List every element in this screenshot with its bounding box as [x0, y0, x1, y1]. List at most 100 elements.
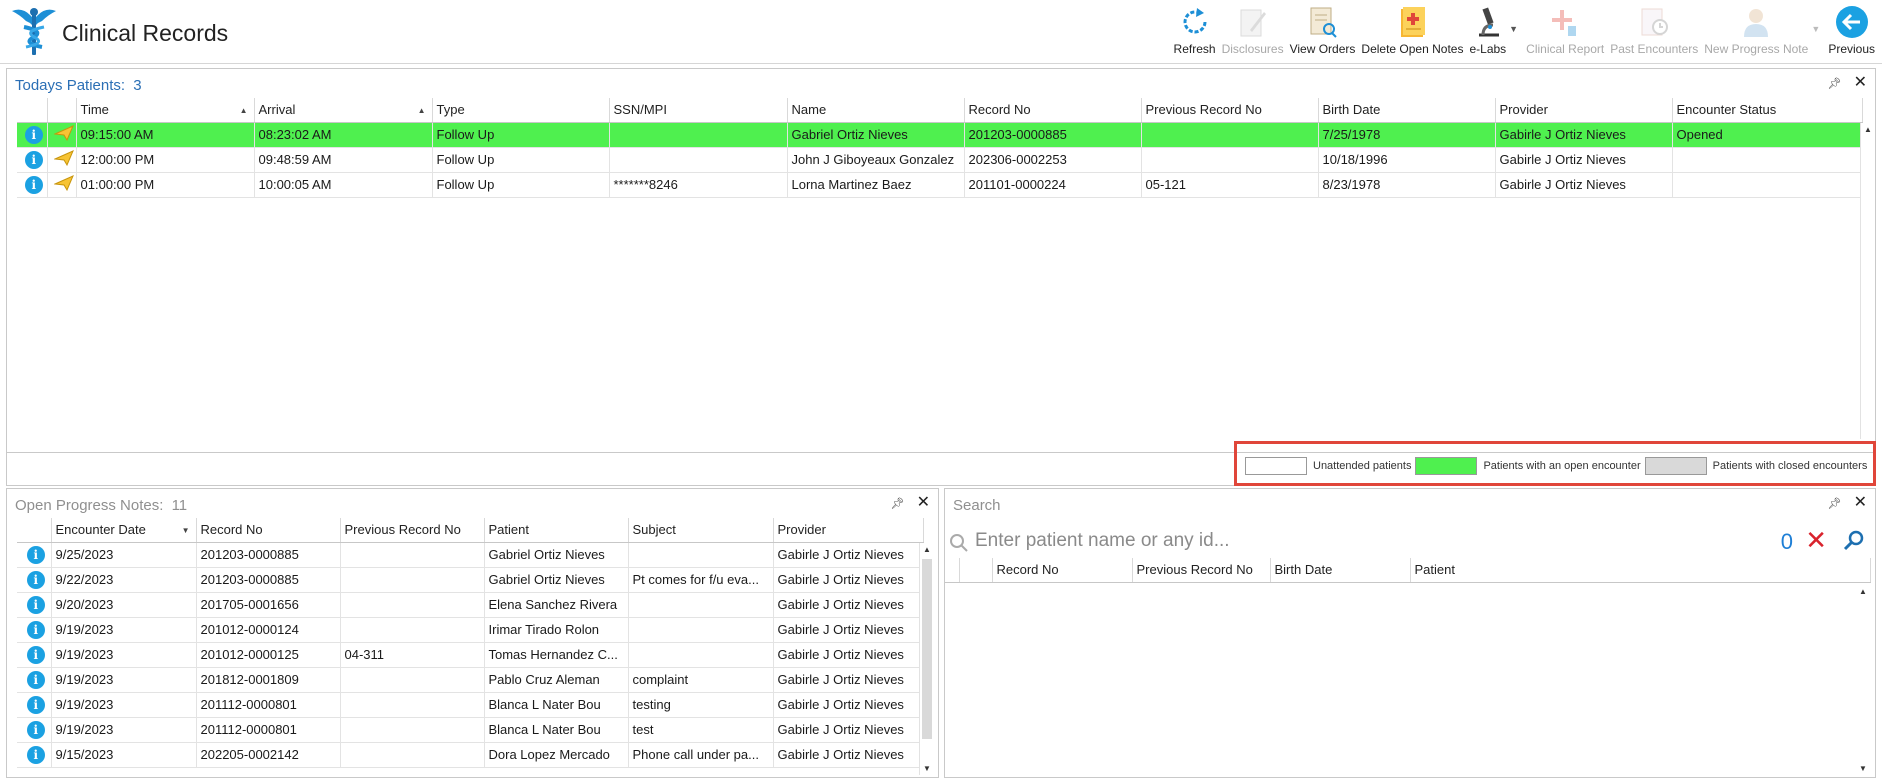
info-icon[interactable]: i [17, 667, 52, 693]
column-header-birth-date[interactable]: Birth Date [1270, 558, 1411, 583]
table-row[interactable]: i 9/25/2023 201203-0000885 Gabriel Ortiz N… [17, 542, 924, 568]
column-header-encounter-date[interactable]: Encounter Date ▼ [51, 518, 197, 543]
clinical-report-button[interactable]: Clinical Report [1523, 4, 1607, 60]
open-notes-title: Open Progress Notes: 11 [15, 497, 188, 514]
todays-patients-header: Todays Patients: 3 📌︎ ✕ [7, 69, 1875, 99]
open-notes-scrollbar[interactable]: ▲ ▼ [919, 543, 934, 775]
search-input[interactable] [975, 527, 1575, 555]
table-row[interactable]: i 9/19/2023 201112-0000801 Blanca L Nater … [17, 717, 924, 743]
legend-swatch-unattended [1245, 457, 1307, 475]
column-header-arrival[interactable]: Arrival ▲ [254, 98, 433, 123]
disclosures-icon [1236, 4, 1270, 40]
search-icon [949, 533, 969, 556]
app-title: Clinical Records [62, 20, 229, 46]
column-header-previous-record-no[interactable]: Previous Record No [1141, 98, 1319, 123]
column-header-patient[interactable]: Patient [1410, 558, 1871, 583]
table-row[interactable]: i 9/19/2023 201812-0001809 Pablo Cruz Alem… [17, 667, 924, 693]
search-title: Search [953, 497, 1001, 514]
table-row[interactable]: i 9/19/2023 201012-0000124 Irimar Tirado R… [17, 617, 924, 643]
info-icon[interactable]: i [17, 717, 52, 743]
progress-note-dropdown-icon[interactable]: ▼ [1811, 24, 1821, 34]
pin-icon[interactable]: 📌︎ [1828, 77, 1842, 90]
table-header-row: Encounter Date ▼ Record No Previous Recor… [17, 518, 924, 543]
paper-plane-icon [47, 147, 77, 173]
info-icon[interactable]: i [17, 172, 48, 198]
scroll-down-icon[interactable]: ▼ [923, 764, 931, 773]
scroll-up-icon[interactable]: ▲ [1859, 587, 1867, 596]
table-row[interactable]: i 09:15:00 AM 08:23:02 AM Follow Up Gabr… [17, 122, 1863, 148]
column-header-info [959, 558, 993, 583]
table-header-row: Time ▲ Arrival ▲ Type SSN/MPI Name Record … [17, 98, 1863, 123]
info-icon[interactable]: i [17, 567, 52, 593]
info-icon[interactable]: i [17, 147, 48, 173]
column-header-provider[interactable]: Provider [773, 518, 924, 543]
pin-icon[interactable]: 📌︎ [1828, 497, 1842, 510]
view-orders-button[interactable]: View Orders [1287, 4, 1359, 60]
pin-icon[interactable]: 📌︎ [891, 497, 905, 510]
column-header-time[interactable]: Time ▲ [76, 98, 255, 123]
scroll-thumb[interactable] [922, 559, 932, 739]
elabs-dropdown-icon[interactable]: ▼ [1509, 24, 1519, 34]
clear-search-icon[interactable]: ✕ [1805, 527, 1827, 553]
paper-plane-icon [47, 122, 77, 148]
column-header-record-no[interactable]: Record No [196, 518, 341, 543]
past-encounters-button[interactable]: Past Encounters [1607, 4, 1701, 60]
back-arrow-icon [1835, 4, 1869, 40]
close-icon[interactable]: ✕ [917, 495, 930, 511]
table-row[interactable]: i 01:00:00 PM 10:00:05 AM Follow Up ****… [17, 172, 1863, 198]
table-row[interactable]: i 12:00:00 PM 09:48:59 AM Follow Up John… [17, 147, 1863, 173]
todays-patients-scrollbar[interactable]: ▲ [1860, 123, 1875, 439]
column-header-encounter-status[interactable]: Encounter Status [1672, 98, 1863, 123]
column-header-record-no[interactable]: Record No [964, 98, 1142, 123]
legend-swatch-closed [1644, 457, 1707, 475]
scroll-up-icon[interactable]: ▲ [1864, 125, 1872, 134]
info-icon[interactable]: i [17, 642, 52, 668]
magnifier-icon[interactable] [1843, 529, 1865, 554]
column-header-flag [47, 98, 77, 123]
table-row[interactable]: i 9/15/2023 202205-0002142 Dora Lopez Merc… [17, 742, 924, 768]
scroll-up-icon[interactable]: ▲ [923, 545, 931, 554]
sort-ascending-icon: ▲ [417, 106, 426, 115]
todays-patients-table: Time ▲ Arrival ▲ Type SSN/MPI Name Record … [17, 98, 1863, 198]
info-icon[interactable]: i [17, 592, 52, 618]
table-row[interactable]: i 9/20/2023 201705-0001656 Elena Sanchez R… [17, 592, 924, 618]
refresh-button[interactable]: Refresh [1171, 4, 1219, 60]
disclosures-button[interactable]: Disclosures [1219, 4, 1287, 60]
sort-descending-icon: ▼ [181, 526, 190, 535]
column-header-previous-record-no[interactable]: Previous Record No [340, 518, 485, 543]
close-icon[interactable]: ✕ [1854, 495, 1867, 511]
new-progress-note-button[interactable]: New Progress Note [1701, 4, 1811, 60]
column-header-provider[interactable]: Provider [1495, 98, 1673, 123]
toolbar: Refresh Disclosures View Orders Delete O… [1171, 4, 1878, 60]
column-header-birth-date[interactable]: Birth Date [1318, 98, 1496, 123]
open-progress-notes-panel: Open Progress Notes: 11 📌︎ ✕ Encounter D… [6, 488, 939, 778]
column-header-ssn[interactable]: SSN/MPI [609, 98, 788, 123]
table-row[interactable]: i 9/19/2023 201012-0000125 04-311 Tomas Her… [17, 642, 924, 668]
info-icon[interactable]: i [17, 742, 52, 768]
table-row[interactable]: i 9/19/2023 201112-0000801 Blanca L Nater … [17, 692, 924, 718]
paper-plane-icon [47, 172, 77, 198]
close-icon[interactable]: ✕ [1854, 75, 1867, 91]
column-header-record-no[interactable]: Record No [992, 558, 1133, 583]
info-icon[interactable]: i [17, 617, 52, 643]
app-header: Clinical Records Refresh Disclosures Vie… [0, 0, 1882, 64]
column-header-info [17, 518, 52, 543]
scroll-down-icon[interactable]: ▼ [1859, 764, 1867, 773]
info-icon[interactable]: i [17, 542, 52, 568]
caduceus-logo-icon [12, 8, 56, 55]
previous-button[interactable]: Previous [1825, 4, 1878, 60]
column-header-previous-record-no[interactable]: Previous Record No [1132, 558, 1271, 583]
table-row[interactable]: i 9/22/2023 201203-0000885 Gabriel Ortiz N… [17, 567, 924, 593]
microscope-icon [1471, 4, 1505, 40]
search-scrollbar[interactable]: ▲ ▼ [1856, 585, 1871, 775]
open-notes-table: Encounter Date ▼ Record No Previous Recor… [17, 518, 924, 768]
column-header-name[interactable]: Name [787, 98, 965, 123]
column-header-patient[interactable]: Patient [484, 518, 629, 543]
past-encounters-icon [1637, 4, 1671, 40]
info-icon[interactable]: i [17, 122, 48, 148]
delete-open-notes-button[interactable]: Delete Open Notes [1358, 4, 1466, 60]
column-header-type[interactable]: Type [432, 98, 610, 123]
elabs-button[interactable]: e-Labs [1466, 4, 1509, 60]
column-header-subject[interactable]: Subject [628, 518, 774, 543]
info-icon[interactable]: i [17, 692, 52, 718]
